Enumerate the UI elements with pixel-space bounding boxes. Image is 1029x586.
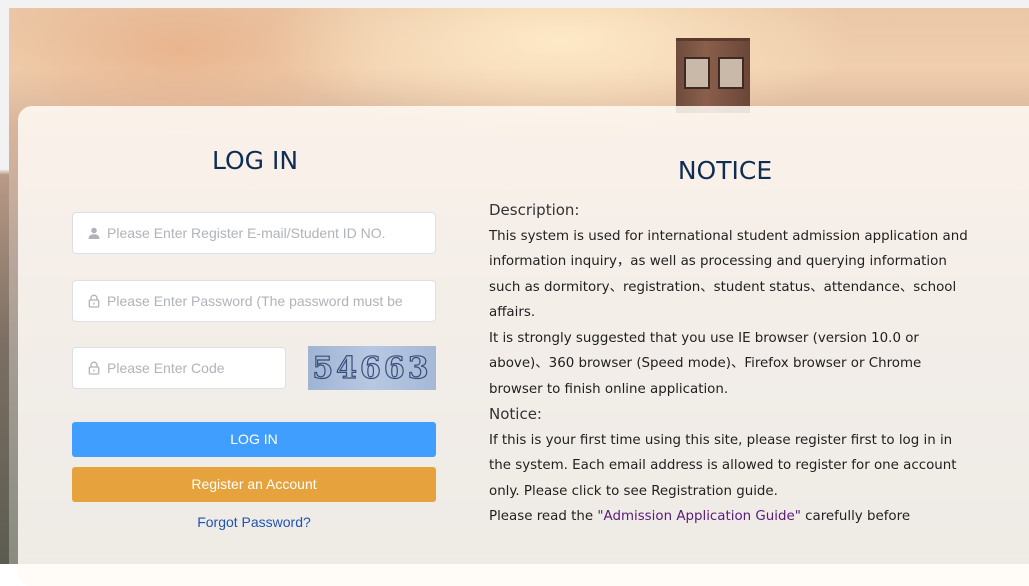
lock-icon (88, 294, 100, 308)
user-icon (88, 227, 100, 239)
guide-notice-prefix: Please read the (489, 509, 598, 524)
admission-guide-link[interactable]: "Admission Application Guide" (597, 509, 801, 524)
clock-face (718, 57, 744, 89)
password-field[interactable] (72, 280, 436, 322)
lock-icon (88, 361, 100, 375)
notice-heading: Notice: (489, 405, 542, 423)
email-input[interactable] (107, 225, 435, 241)
guide-notice-suffix: carefully before (800, 509, 911, 524)
registration-notice-text: If this is your first time using this si… (489, 432, 957, 499)
description-text: This system is used for international st… (489, 228, 968, 321)
code-input[interactable] (107, 360, 287, 376)
top-edge (0, 0, 1029, 8)
forgot-password-link[interactable]: Forgot Password? (72, 514, 436, 530)
notice-title: NOTICE (677, 156, 773, 185)
captcha-image[interactable]: 54663 (308, 346, 436, 390)
left-edge (0, 0, 9, 564)
login-title: LOG IN (211, 146, 299, 175)
register-button[interactable]: Register an Account (72, 467, 436, 502)
notice-body: Description: This system is used for int… (489, 198, 975, 530)
login-button[interactable]: LOG IN (72, 422, 436, 457)
browser-suggestion-text: It is strongly suggested that you use IE… (489, 330, 922, 397)
guide-notice-text: Please read the "Admission Application G… (489, 504, 975, 530)
captcha-text: 54663 (312, 350, 432, 386)
clock-tower-image (676, 38, 750, 113)
password-input[interactable] (107, 293, 435, 309)
clock-face (684, 57, 710, 89)
description-heading: Description: (489, 201, 580, 219)
email-field[interactable] (72, 212, 436, 254)
code-field[interactable] (72, 347, 287, 389)
